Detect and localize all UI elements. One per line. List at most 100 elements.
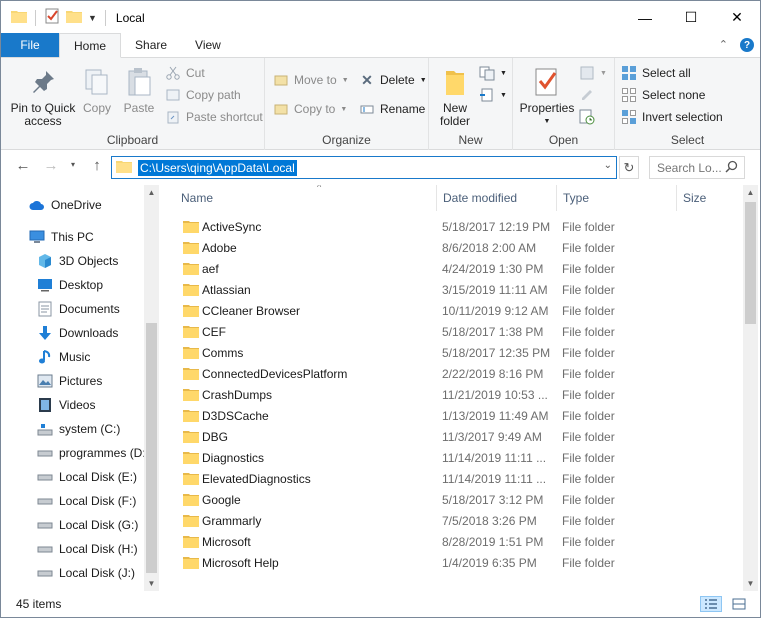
nav-item-desktop[interactable]: Desktop: [37, 273, 159, 297]
new-item-icon: [479, 65, 495, 81]
edit-button[interactable]: [579, 85, 595, 105]
table-row[interactable]: Diagnostics 11/14/2019 11:11 ... File fold…: [177, 447, 741, 468]
table-row[interactable]: CCleaner Browser 10/11/2019 9:12 AM File f…: [177, 300, 741, 321]
title-bar: ▼ Local — ☐ ✕: [1, 1, 760, 34]
table-row[interactable]: Comms 5/18/2017 12:35 PM File folder: [177, 342, 741, 363]
up-arrow-icon[interactable]: ↑: [85, 157, 109, 174]
nav-item-local-disk-g[interactable]: Local Disk (G:): [37, 513, 159, 537]
table-row[interactable]: Adobe 8/6/2018 2:00 AM File folder: [177, 237, 741, 258]
cut-button[interactable]: Cut: [165, 63, 205, 83]
nav-item-local-disk-e[interactable]: Local Disk (E:): [37, 465, 159, 489]
properties-button[interactable]: Properties ▼: [517, 66, 577, 128]
chevron-up-icon[interactable]: ⌃: [719, 38, 728, 52]
table-row[interactable]: CrashDumps 11/21/2019 10:53 ... File folde…: [177, 384, 741, 405]
search-input[interactable]: Search Lo...: [649, 156, 745, 179]
nav-item-programmes-d[interactable]: programmes (D:: [37, 441, 159, 465]
table-row[interactable]: DBG 11/3/2017 9:49 AM File folder: [177, 426, 741, 447]
tab-share[interactable]: Share: [121, 33, 181, 57]
open-button[interactable]: ▼: [579, 63, 607, 83]
column-header-type[interactable]: Type: [557, 185, 677, 211]
table-row[interactable]: D3DSCache 1/13/2019 11:49 AM File folder: [177, 405, 741, 426]
table-row[interactable]: Google 5/18/2017 3:12 PM File folder: [177, 489, 741, 510]
column-header-date[interactable]: Date modified: [437, 185, 557, 211]
nav-item-local-disk-j[interactable]: Local Disk (J:): [37, 561, 159, 585]
clipboard-group: Pin to Quick access Copy Paste Cut Copy …: [1, 58, 265, 150]
select-all-button[interactable]: Select all: [621, 63, 691, 83]
customize-qat-icon[interactable]: ▼: [88, 13, 97, 23]
tab-file[interactable]: File: [1, 33, 59, 57]
nav-item-3d-objects[interactable]: 3D Objects: [37, 249, 159, 273]
table-row[interactable]: Microsoft 8/28/2019 1:51 PM File folder: [177, 531, 741, 552]
table-row[interactable]: Atlassian 3/15/2019 11:11 AM File folder: [177, 279, 741, 300]
table-row[interactable]: Grammarly 7/5/2018 3:26 PM File folder: [177, 510, 741, 531]
scrollbar-thumb[interactable]: [146, 323, 157, 573]
nav-item-onedrive[interactable]: OneDrive: [29, 193, 159, 217]
nav-item-downloads[interactable]: Downloads: [37, 321, 159, 345]
column-header-name[interactable]: ^ Name: [175, 185, 437, 211]
paste-shortcut-button[interactable]: Paste shortcut: [165, 107, 263, 127]
table-row[interactable]: Microsoft Help 1/4/2019 6:35 PM File folde…: [177, 552, 741, 573]
nav-item-local-disk-h[interactable]: Local Disk (H:): [37, 537, 159, 561]
nav-item-documents[interactable]: Documents: [37, 297, 159, 321]
easy-access-button[interactable]: ▼: [479, 85, 507, 105]
copy-button[interactable]: Copy: [79, 66, 115, 115]
nav-item-music[interactable]: Music: [37, 345, 159, 369]
column-header-size[interactable]: Size: [677, 185, 743, 211]
recent-locations-icon[interactable]: ▾: [61, 160, 85, 169]
nav-item-videos[interactable]: Videos: [37, 393, 159, 417]
folder-icon: [183, 324, 199, 338]
new-folder-button[interactable]: New folder: [435, 66, 475, 128]
select-none-button[interactable]: Select none: [621, 85, 705, 105]
divider: [35, 9, 36, 26]
properties-qat-icon[interactable]: [44, 8, 60, 27]
computer-icon: [29, 229, 45, 245]
details-view-icon[interactable]: [700, 596, 722, 612]
tab-view[interactable]: View: [181, 33, 235, 57]
copy-to-button[interactable]: Copy to ▼: [273, 99, 347, 119]
history-button[interactable]: [579, 107, 595, 127]
quick-access-toolbar: ▼: [11, 8, 108, 27]
address-bar[interactable]: C:\Users\qing\AppData\Local ⌄: [111, 156, 617, 179]
large-icons-view-icon[interactable]: [728, 596, 750, 612]
folder-icon: [183, 387, 199, 401]
forward-arrow-icon[interactable]: →: [39, 157, 63, 174]
back-arrow-icon[interactable]: ←: [11, 157, 35, 174]
new-folder-qat-icon[interactable]: [66, 9, 82, 26]
refresh-icon[interactable]: ↻: [619, 156, 639, 179]
paste-button[interactable]: Paste: [121, 66, 157, 115]
scrollbar-thumb[interactable]: [745, 202, 756, 324]
new-item-button[interactable]: ▼: [479, 63, 507, 83]
scroll-down-icon[interactable]: ▼: [144, 576, 159, 591]
maximize-button[interactable]: ☐: [668, 1, 714, 34]
nav-item-this-pc[interactable]: This PC: [29, 225, 159, 249]
tab-home[interactable]: Home: [59, 33, 122, 58]
move-to-button[interactable]: Move to ▼: [273, 70, 349, 90]
minimize-button[interactable]: —: [622, 1, 668, 34]
table-row[interactable]: CEF 5/18/2017 1:38 PM File folder: [177, 321, 741, 342]
nav-item-system-c[interactable]: system (C:): [37, 417, 159, 441]
address-path[interactable]: C:\Users\qing\AppData\Local: [138, 159, 297, 176]
table-row[interactable]: ElevatedDiagnostics 11/14/2019 11:11 ... F…: [177, 468, 741, 489]
nav-pane-scrollbar[interactable]: ▲ ▼: [144, 185, 159, 591]
help-icon[interactable]: ?: [740, 38, 754, 52]
scroll-up-icon[interactable]: ▲: [144, 185, 159, 200]
scroll-up-icon[interactable]: ▲: [743, 185, 758, 200]
delete-button[interactable]: ✕ Delete ▼: [359, 70, 427, 90]
table-row[interactable]: ConnectedDevicesPlatform 2/22/2019 8:16 P…: [177, 363, 741, 384]
scroll-down-icon[interactable]: ▼: [743, 576, 758, 591]
copy-path-button[interactable]: Copy path: [165, 85, 241, 105]
invert-selection-button[interactable]: Invert selection: [621, 107, 723, 127]
nav-item-pictures[interactable]: Pictures: [37, 369, 159, 393]
sort-ascending-icon: ^: [317, 185, 322, 192]
pin-to-quick-access-button[interactable]: Pin to Quick access: [7, 66, 79, 128]
nav-item-local-disk-f[interactable]: Local Disk (F:): [37, 489, 159, 513]
table-row[interactable]: aef 4/24/2019 1:30 PM File folder: [177, 258, 741, 279]
chevron-down-icon[interactable]: ⌄: [604, 160, 612, 171]
file-date: 5/18/2017 1:38 PM: [442, 324, 544, 339]
close-button[interactable]: ✕: [714, 1, 760, 34]
status-bar: 45 items: [1, 591, 760, 617]
table-row[interactable]: ActiveSync 5/18/2017 12:19 PM File folder: [177, 216, 741, 237]
rename-button[interactable]: Rename: [359, 99, 425, 119]
file-list-scrollbar[interactable]: ▲ ▼: [743, 185, 758, 591]
folder-icon: [116, 159, 132, 176]
